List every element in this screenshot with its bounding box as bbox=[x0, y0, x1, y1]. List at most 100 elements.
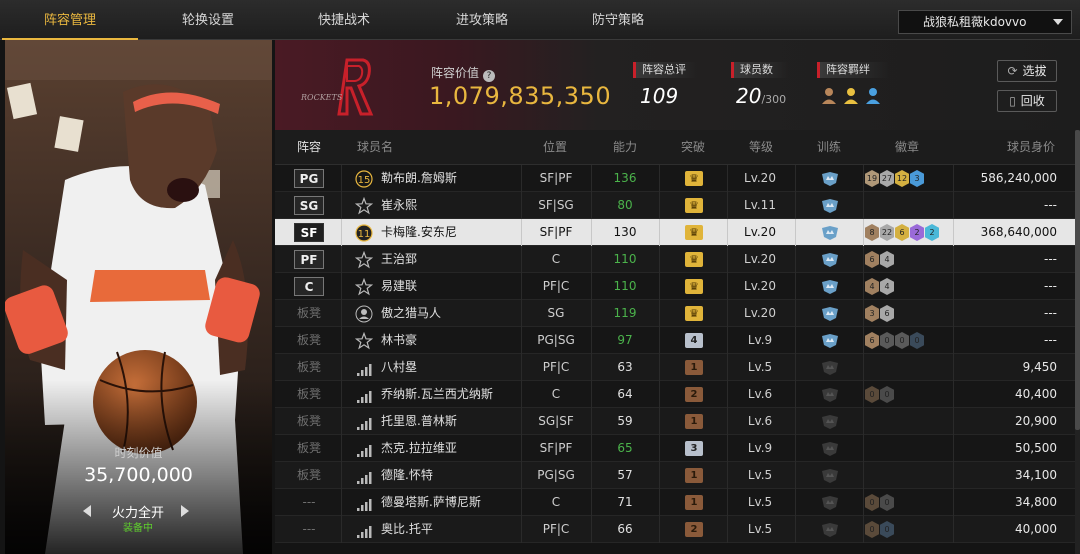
training-icon[interactable] bbox=[820, 198, 840, 214]
col-level[interactable]: 等级 bbox=[749, 130, 773, 165]
breakthrough-crown-icon[interactable]: 3 bbox=[685, 441, 703, 456]
breakthrough-crown-icon[interactable]: 2 bbox=[685, 522, 703, 537]
breakthrough-crown-icon[interactable]: ♛ bbox=[685, 225, 703, 240]
table-row[interactable]: PG 15 勒布朗.詹姆斯 SF|PF 136 ♛ Lv.20 19 27 12 3 586,240,… bbox=[275, 165, 1075, 192]
badge-group[interactable]: 19 27 12 3 bbox=[865, 170, 925, 188]
tab-defense-strategy[interactable]: 防守策略 bbox=[550, 0, 686, 40]
table-row[interactable]: 板凳 托里恩.普林斯 SG|SF 59 1 Lv.6 20,900 bbox=[275, 408, 1075, 435]
next-card-arrow-icon[interactable] bbox=[181, 505, 189, 517]
breakthrough-crown-icon[interactable]: ♛ bbox=[685, 171, 703, 186]
player-name[interactable]: 王治郅 bbox=[381, 246, 417, 273]
table-row[interactable]: SF 11 卡梅隆.安东尼 SF|PF 130 ♛ Lv.20 8 22 6 2 2 368,640,0… bbox=[275, 219, 1075, 246]
training-icon[interactable] bbox=[820, 306, 840, 322]
player-name[interactable]: 傲之猎马人 bbox=[381, 300, 441, 327]
scrollbar[interactable] bbox=[1075, 130, 1080, 554]
player-name[interactable]: 林书豪 bbox=[381, 327, 417, 354]
badge-group[interactable]: 44 bbox=[865, 278, 895, 296]
badge-group[interactable]: 6000 bbox=[865, 332, 925, 350]
breakthrough-crown-icon[interactable]: 1 bbox=[685, 360, 703, 375]
training-icon[interactable] bbox=[820, 468, 840, 484]
training-icon[interactable] bbox=[820, 495, 840, 511]
scrollbar-thumb[interactable] bbox=[1075, 130, 1080, 430]
col-training[interactable]: 训练 bbox=[817, 130, 841, 165]
column-divider bbox=[863, 300, 864, 327]
help-icon[interactable]: ? bbox=[483, 70, 496, 82]
player-name[interactable]: 奥比.托平 bbox=[381, 516, 433, 543]
training-icon[interactable] bbox=[820, 387, 840, 403]
breakthrough-crown-icon[interactable]: 2 bbox=[685, 387, 703, 402]
table-row[interactable]: C 易建联 PF|C 110 ♛ Lv.20 4 4 --- bbox=[275, 273, 1075, 300]
table-row[interactable]: --- 奥比.托平 PF|C 66 2 Lv.5 0 0 40,000 bbox=[275, 516, 1075, 543]
col-name[interactable]: 球员名 bbox=[357, 130, 393, 165]
player-name[interactable]: 崔永熙 bbox=[381, 192, 417, 219]
col-position[interactable]: 位置 bbox=[543, 130, 567, 165]
breakthrough-crown-icon[interactable]: ♛ bbox=[685, 306, 703, 321]
col-breakthrough[interactable]: 突破 bbox=[681, 130, 705, 165]
tab-offense-strategy[interactable]: 进攻策略 bbox=[414, 0, 550, 40]
recycle-button[interactable]: ▯ 回收 bbox=[997, 90, 1057, 112]
bench-label: 板凳 bbox=[296, 468, 321, 482]
training-icon[interactable] bbox=[820, 360, 840, 376]
badge-group[interactable]: 64 bbox=[865, 251, 895, 269]
col-worth[interactable]: 球员身价 bbox=[1007, 130, 1055, 165]
training-icon[interactable] bbox=[820, 171, 840, 187]
player-name[interactable]: 八村塁 bbox=[381, 354, 417, 381]
badge-group[interactable]: 00 bbox=[865, 521, 895, 539]
account-dropdown[interactable]: 战狼私租薇kdovvo bbox=[898, 10, 1072, 34]
breakthrough-crown-icon[interactable]: 4 bbox=[685, 333, 703, 348]
tab-rotation-settings[interactable]: 轮换设置 bbox=[140, 0, 276, 40]
lineup-slot-badge[interactable]: SG bbox=[294, 196, 324, 215]
training-icon[interactable] bbox=[820, 414, 840, 430]
table-row[interactable]: SG 崔永熙 SF|SG 80 ♛ Lv.11 --- bbox=[275, 192, 1075, 219]
player-name[interactable]: 乔纳斯.瓦兰西尤纳斯 bbox=[381, 381, 493, 408]
table-row[interactable]: PF 王治郅 C 110 ♛ Lv.20 6 4 --- bbox=[275, 246, 1075, 273]
player-name[interactable]: 托里恩.普林斯 bbox=[381, 408, 457, 435]
training-icon[interactable] bbox=[820, 225, 840, 241]
col-badge[interactable]: 徽章 bbox=[895, 130, 919, 165]
bench-label: 板凳 bbox=[296, 414, 321, 428]
table-row[interactable]: --- 德曼塔斯.萨博尼斯 C 71 1 Lv.5 0 0 34,800 bbox=[275, 489, 1075, 516]
player-name[interactable]: 卡梅隆.安东尼 bbox=[381, 219, 457, 246]
player-ability: 57 bbox=[617, 468, 633, 482]
pick-button[interactable]: ⟳ 选拔 bbox=[997, 60, 1057, 82]
player-name[interactable]: 勒布朗.詹姆斯 bbox=[381, 165, 457, 192]
player-name[interactable]: 德曼塔斯.萨博尼斯 bbox=[381, 489, 481, 516]
lineup-slot-badge[interactable]: C bbox=[294, 277, 324, 296]
table-row[interactable]: 板凳 杰克.拉拉维亚 SF|PF 65 3 Lv.9 50,500 bbox=[275, 435, 1075, 462]
team-bond-icons[interactable] bbox=[821, 86, 889, 106]
breakthrough-crown-icon[interactable]: 1 bbox=[685, 495, 703, 510]
table-row[interactable]: 板凳 八村塁 PF|C 63 1 Lv.5 9,450 bbox=[275, 354, 1075, 381]
table-row[interactable]: 板凳 德隆.怀特 PG|SG 57 1 Lv.5 34,100 bbox=[275, 462, 1075, 489]
breakthrough-crown-icon[interactable]: ♛ bbox=[685, 198, 703, 213]
table-row[interactable]: 板凳 乔纳斯.瓦兰西尤纳斯 C 64 2 Lv.6 0 0 40,400 bbox=[275, 381, 1075, 408]
badge-group[interactable]: 00 bbox=[865, 494, 895, 512]
table-row[interactable]: 板凳 林书豪 PG|SG 97 4 Lv.9 6 0 0 0 --- bbox=[275, 327, 1075, 354]
training-icon[interactable] bbox=[820, 279, 840, 295]
tab-lineup-management[interactable]: 阵容管理 bbox=[2, 0, 138, 40]
signal-bars-icon bbox=[357, 472, 372, 484]
player-name[interactable]: 易建联 bbox=[381, 273, 417, 300]
lineup-slot-badge[interactable]: PG bbox=[294, 169, 324, 188]
training-icon[interactable] bbox=[820, 333, 840, 349]
badge-group[interactable]: 8 22 6 2 2 bbox=[865, 224, 940, 242]
col-ability[interactable]: 能力 bbox=[613, 130, 637, 165]
training-icon[interactable] bbox=[820, 522, 840, 538]
badge-group[interactable]: 36 bbox=[865, 305, 895, 323]
breakthrough-crown-icon[interactable]: ♛ bbox=[685, 252, 703, 267]
tab-quick-tactics[interactable]: 快捷战术 bbox=[276, 0, 412, 40]
lineup-slot-badge[interactable]: PF bbox=[294, 250, 324, 269]
player-name[interactable]: 杰克.拉拉维亚 bbox=[381, 435, 457, 462]
breakthrough-crown-icon[interactable]: 1 bbox=[685, 468, 703, 483]
training-icon[interactable] bbox=[820, 252, 840, 268]
column-divider bbox=[341, 489, 342, 516]
badge-group[interactable]: 00 bbox=[865, 386, 895, 404]
lineup-slot-badge[interactable]: SF bbox=[294, 223, 324, 242]
player-name[interactable]: 德隆.怀特 bbox=[381, 462, 433, 489]
col-lineup[interactable]: 阵容 bbox=[297, 130, 321, 165]
player-position: PG|SG bbox=[537, 468, 575, 482]
table-row[interactable]: 板凳 傲之猎马人 SG 119 ♛ Lv.20 3 6 --- bbox=[275, 300, 1075, 327]
training-icon[interactable] bbox=[820, 441, 840, 457]
breakthrough-crown-icon[interactable]: ♛ bbox=[685, 279, 703, 294]
number-jersey-icon: 15 bbox=[355, 170, 373, 188]
breakthrough-crown-icon[interactable]: 1 bbox=[685, 414, 703, 429]
